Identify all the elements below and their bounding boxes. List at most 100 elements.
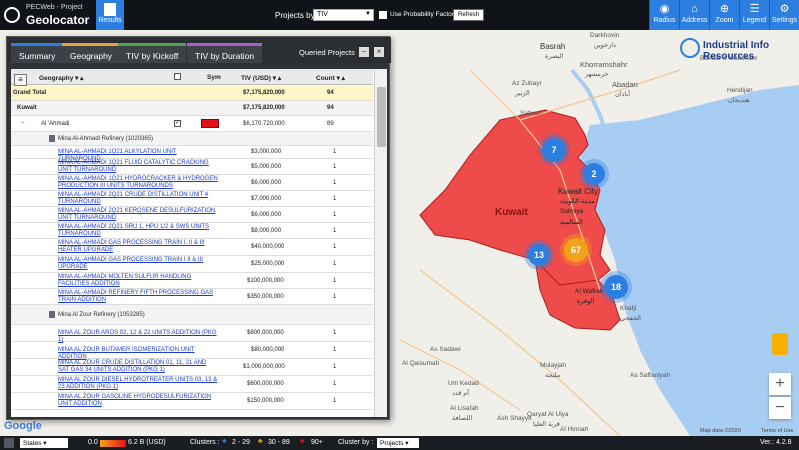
refinery-row[interactable]: Mina Al Zour Refinery (1053285) bbox=[11, 305, 373, 325]
globe-logo-icon bbox=[4, 7, 20, 23]
address-button[interactable]: ⌂ Address bbox=[679, 0, 709, 30]
map-label: Al Wafrah bbox=[575, 288, 604, 295]
region-row[interactable]: − Al 'Ahmadi ✓ $6,170,720,000 89 bbox=[11, 116, 373, 132]
tab-geography[interactable]: Geography bbox=[62, 43, 121, 63]
project-row[interactable]: MINA AL-AHMADI GAS PROCESSING TRAIN I, I… bbox=[11, 239, 373, 256]
map-label: مليجة bbox=[545, 372, 561, 379]
project-row[interactable]: MINA AL-AHMADI 1Q21 ALKYLATION UNIT TURN… bbox=[11, 146, 373, 162]
project-row[interactable]: MINA AL ZOUR AROS 02, 12 & 22 UNITS ADDI… bbox=[11, 325, 373, 343]
scrollbar-thumb[interactable] bbox=[377, 87, 386, 147]
probability-label: Use Probability Factors bbox=[390, 11, 458, 18]
map-label: اللصافة bbox=[452, 415, 473, 422]
tab-summary[interactable]: Summary bbox=[11, 43, 64, 63]
map-label: Basrah bbox=[540, 42, 566, 51]
map-label: Khorramshahr bbox=[580, 60, 628, 69]
app-title: Geolocator bbox=[26, 13, 90, 27]
tab-tiv-by-duration[interactable]: TIV by Duration bbox=[187, 43, 263, 63]
cluster-by-label: Cluster by : bbox=[338, 439, 374, 446]
map-label: قرية العليا bbox=[533, 421, 560, 428]
country-row[interactable]: Kuwait $7,175,820,000 94 bbox=[11, 101, 373, 116]
street-view-pegman-icon[interactable] bbox=[772, 333, 788, 355]
select-all-checkbox[interactable] bbox=[174, 73, 181, 80]
cluster-marker[interactable]: 67 bbox=[564, 238, 588, 262]
zoom-out-button[interactable]: − bbox=[769, 397, 791, 419]
project-row[interactable]: MINA AL ZOUR CRUDE DISTILLATION 01, 11, … bbox=[11, 359, 373, 376]
project-row[interactable]: MINA AL-AHMADI 2Q21 SRU 1, HPU 1/2 & SWS… bbox=[11, 223, 373, 239]
map-label: Qaryat Al Ulya bbox=[527, 411, 569, 418]
cluster-by-select[interactable]: Projects ▾ bbox=[377, 438, 419, 448]
project-row[interactable]: MINA AL ZOUR DIESEL HYDROTREATER UNITS 0… bbox=[11, 376, 373, 393]
cluster-marker[interactable]: 2 bbox=[583, 163, 605, 185]
project-row[interactable]: MINA AL-AHMADI 2Q21 CRUDE DISTILLATION U… bbox=[11, 191, 373, 207]
legend-max: 6.2 B (USD) bbox=[128, 439, 166, 446]
projects-by-select[interactable]: TIV ▼ bbox=[313, 9, 374, 21]
project-row[interactable]: MINA AL-AHMADI MOLTEN SULFUR HANDLING FA… bbox=[11, 273, 373, 289]
col-sym[interactable]: Sym bbox=[207, 74, 221, 81]
col-count[interactable]: Count ▾ ▴ bbox=[316, 74, 345, 82]
project-row[interactable]: MINA AL-AHMADI GAS PROCESSING TRAIN I II… bbox=[11, 256, 373, 273]
cluster-marker[interactable]: 7 bbox=[542, 138, 566, 162]
bottom-bar: States ▾ 0.0 6.2 B (USD) Clusters : ♣ 2 … bbox=[0, 436, 799, 450]
chevron-down-icon: ▼ bbox=[365, 11, 371, 17]
map-label: هندیجان bbox=[728, 97, 750, 104]
map-label: Al Hinnah bbox=[560, 426, 589, 433]
project-row[interactable]: MINA AL-AHMADI 1Q21 HYDROCRACKER & HYDRO… bbox=[11, 175, 373, 191]
tab-bar: Summary Geography TIV by Kickoff TIV by … bbox=[7, 37, 391, 63]
project-row[interactable]: MINA AL-AHMADI REFINERY FIFTH PROCESSING… bbox=[11, 289, 373, 305]
map-label: الخفجي bbox=[620, 315, 641, 322]
results-button[interactable]: Results bbox=[96, 0, 124, 30]
refinery-row[interactable]: Mina Al-Ahmadi Refinery (1020365) bbox=[11, 132, 373, 146]
cluster-marker[interactable]: 13 bbox=[528, 244, 550, 266]
clusters-label: Clusters : bbox=[190, 439, 220, 446]
collapse-icon[interactable]: − bbox=[21, 120, 25, 126]
project-row[interactable]: MINA AL ZOUR GASOLINE HYDRODESULFURIZATI… bbox=[11, 393, 373, 410]
refresh-button[interactable]: Refresh bbox=[453, 9, 484, 21]
map-label: Salmiya bbox=[560, 208, 584, 215]
cluster-medium-icon: ♣ bbox=[258, 438, 263, 445]
region-checkbox[interactable]: ✓ bbox=[174, 120, 181, 127]
zoom-icon: ⊕ bbox=[719, 3, 730, 15]
map-label: مدينة الكويت bbox=[560, 198, 595, 205]
iir-logo-icon bbox=[680, 38, 700, 58]
grand-total-row[interactable]: Grand Total $7,175,820,000 94 bbox=[11, 86, 373, 101]
google-logo: Google bbox=[4, 420, 42, 432]
terms-link[interactable]: Terms of Use bbox=[761, 428, 793, 434]
radius-icon: ◉ bbox=[659, 3, 670, 15]
project-row[interactable]: MINA AL ZOUR BUTAMER ISOMERIZATION UNIT … bbox=[11, 342, 373, 360]
legend-min: 0.0 bbox=[88, 439, 98, 446]
map-label: الزبير bbox=[515, 90, 530, 97]
settings-button[interactable]: ⚙ Settings bbox=[769, 0, 799, 30]
col-tiv[interactable]: TIV (USD) ▾ ▴ bbox=[241, 74, 281, 82]
map-layer-icon[interactable] bbox=[4, 438, 14, 448]
cluster-small-icon: ♣ bbox=[222, 438, 227, 445]
radius-button[interactable]: ◉ Radius bbox=[649, 0, 679, 30]
map-label: Khafji bbox=[620, 305, 637, 312]
address-icon: ⌂ bbox=[691, 3, 698, 15]
states-select[interactable]: States ▾ bbox=[20, 438, 68, 448]
legend-gradient bbox=[100, 440, 126, 447]
refinery-icon bbox=[49, 135, 55, 142]
close-button[interactable]: × bbox=[374, 47, 384, 57]
table-scrollbar[interactable] bbox=[374, 69, 387, 417]
probability-checkbox[interactable] bbox=[379, 11, 387, 19]
zoom-in-button[interactable]: + bbox=[769, 373, 791, 395]
cluster-marker[interactable]: 18 bbox=[604, 275, 628, 299]
menu-icon[interactable]: ≡ bbox=[14, 74, 27, 86]
map-attribution: Map data ©2020 bbox=[700, 428, 741, 434]
col-geography[interactable]: Geography ▾ ▴ bbox=[39, 74, 83, 82]
map-label: Abadan bbox=[612, 80, 638, 89]
results-list-icon bbox=[104, 3, 116, 16]
project-row[interactable]: MINA AL-AHMADI 1Q21 FLUID CATALYTIC CRAC… bbox=[11, 159, 373, 175]
map-label: As Saffaniyah bbox=[630, 372, 670, 379]
minimize-button[interactable]: – bbox=[359, 47, 369, 57]
cluster-large-icon: ♣ bbox=[300, 438, 305, 445]
map-label: Hendijan bbox=[727, 87, 753, 94]
table-header: ≡ Geography ▾ ▴ Sym TIV (USD) ▾ ▴ Count … bbox=[11, 69, 373, 86]
map-label: Az Zubayr bbox=[512, 80, 542, 87]
tab-tiv-by-kickoff[interactable]: TIV by Kickoff bbox=[118, 43, 187, 63]
project-row[interactable]: MINA AL-AHMADI 2Q21 KEROSENE DESULFURIZA… bbox=[11, 207, 373, 223]
legend-button[interactable]: ☰ Legend bbox=[739, 0, 769, 30]
map-label: أم قدد bbox=[452, 390, 470, 397]
zoom-button[interactable]: ⊕ Zoom bbox=[709, 0, 739, 30]
iir-logo-text: Industrial Info Resources bbox=[703, 40, 770, 62]
